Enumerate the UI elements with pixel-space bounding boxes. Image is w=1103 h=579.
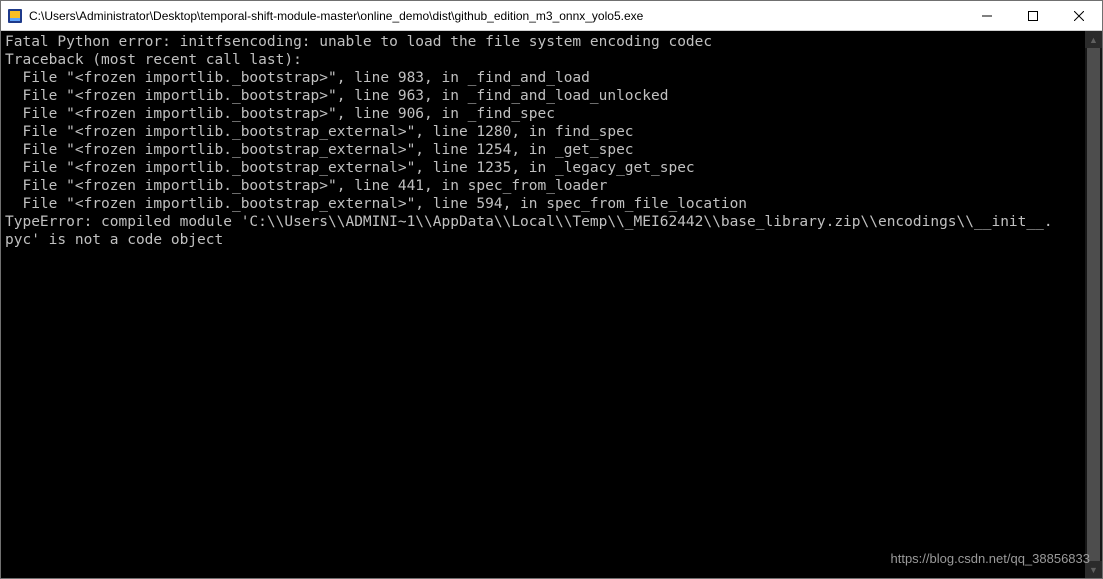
console-line: File "<frozen importlib._bootstrap>", li…	[5, 105, 1081, 123]
console-line: Fatal Python error: initfsencoding: unab…	[5, 33, 1081, 51]
console-line: File "<frozen importlib._bootstrap>", li…	[5, 87, 1081, 105]
scrollbar-track[interactable]	[1085, 48, 1102, 561]
console-line: File "<frozen importlib._bootstrap_exter…	[5, 141, 1081, 159]
console-area: Fatal Python error: initfsencoding: unab…	[1, 31, 1102, 578]
window-title: C:\Users\Administrator\Desktop\temporal-…	[29, 9, 964, 23]
console-line: File "<frozen importlib._bootstrap_exter…	[5, 195, 1081, 213]
minimize-button[interactable]	[964, 1, 1010, 30]
window-controls	[964, 1, 1102, 30]
console-line: File "<frozen importlib._bootstrap_exter…	[5, 123, 1081, 141]
console-line: File "<frozen importlib._bootstrap>", li…	[5, 69, 1081, 87]
console-line: Traceback (most recent call last):	[5, 51, 1081, 69]
scroll-up-arrow[interactable]: ▲	[1085, 31, 1102, 48]
console-output[interactable]: Fatal Python error: initfsencoding: unab…	[1, 31, 1085, 578]
console-line: File "<frozen importlib._bootstrap_exter…	[5, 159, 1081, 177]
scrollbar-thumb[interactable]	[1087, 48, 1100, 561]
scroll-down-arrow[interactable]: ▼	[1085, 561, 1102, 578]
titlebar[interactable]: C:\Users\Administrator\Desktop\temporal-…	[1, 1, 1102, 31]
maximize-button[interactable]	[1010, 1, 1056, 30]
app-icon	[7, 8, 23, 24]
console-line: pyc' is not a code object	[5, 231, 1081, 249]
console-line: File "<frozen importlib._bootstrap>", li…	[5, 177, 1081, 195]
console-line: TypeError: compiled module 'C:\\Users\\A…	[5, 213, 1081, 231]
close-button[interactable]	[1056, 1, 1102, 30]
vertical-scrollbar[interactable]: ▲ ▼	[1085, 31, 1102, 578]
console-window: C:\Users\Administrator\Desktop\temporal-…	[0, 0, 1103, 579]
